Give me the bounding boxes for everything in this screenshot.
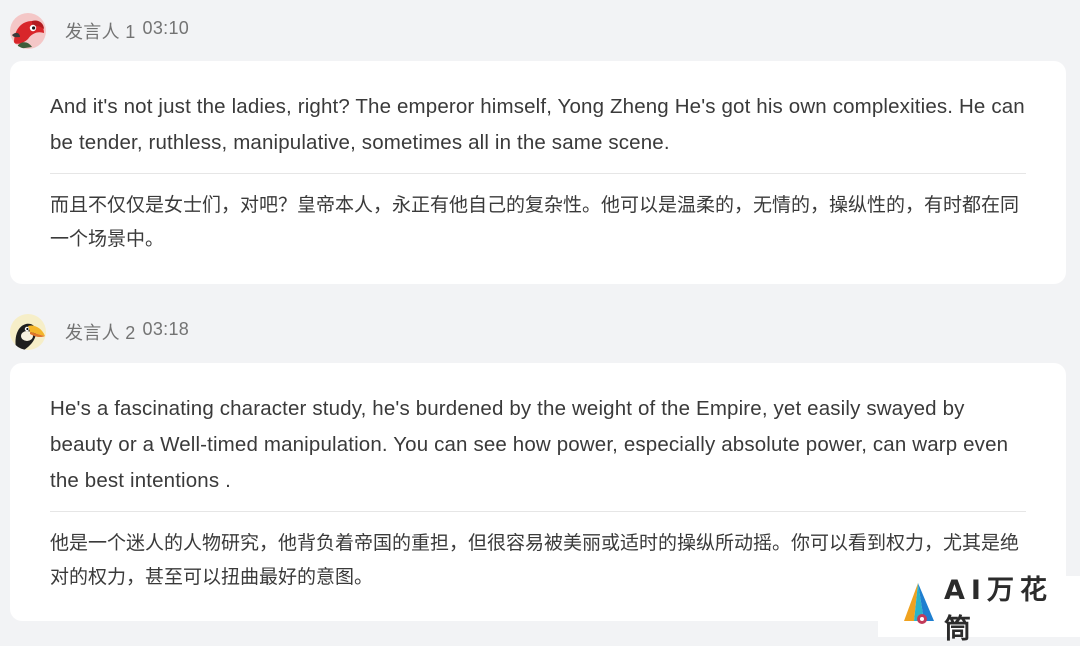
speaker-name: 发言人 2: [65, 323, 136, 343]
triangle-logo-icon: [900, 581, 938, 632]
speaker-meta-1: 发言人 1 03:10: [65, 18, 189, 44]
toucan-avatar-icon[interactable]: [10, 314, 46, 350]
watermark-text: AI万花筒: [944, 574, 1053, 645]
english-transcript: And it's not just the ladies, right? The…: [50, 95, 1025, 154]
red-bird-avatar-icon[interactable]: [10, 13, 46, 49]
chinese-translation: 而且不仅仅是女士们，对吧？皇帝本人，永正有他自己的复杂性。他可以是温柔的，无情的…: [50, 194, 1020, 250]
divider: [50, 511, 1026, 512]
divider: [50, 173, 1026, 174]
watermark: AI万花筒: [878, 575, 1080, 645]
timestamp[interactable]: 03:10: [143, 18, 190, 44]
speaker-name: 发言人 1: [65, 22, 136, 42]
speaker-header-1: 发言人 1 03:10: [10, 11, 189, 51]
timestamp[interactable]: 03:18: [143, 319, 190, 345]
english-transcript: He's a fascinating character study, he's…: [50, 397, 1009, 492]
speaker-header-2: 发言人 2 03:18: [10, 312, 189, 352]
transcript-card-1: And it's not just the ladies, right? The…: [10, 61, 1066, 284]
speaker-meta-2: 发言人 2 03:18: [65, 319, 189, 345]
